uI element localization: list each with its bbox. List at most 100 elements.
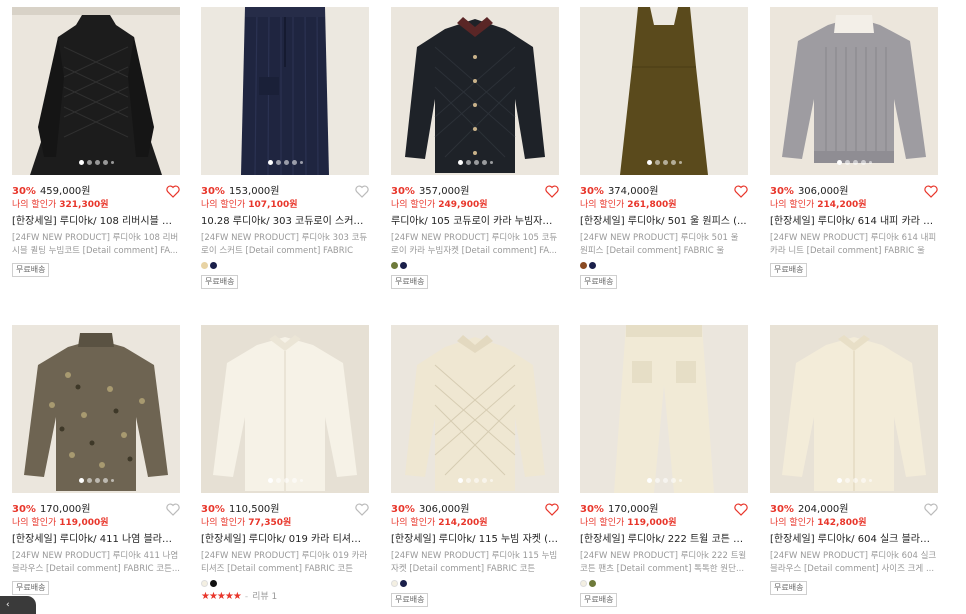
product-description[interactable]: [24FW NEW PRODUCT] 루디아k 108 리버시블 퀼팅 누빔코트…: [12, 232, 180, 257]
carousel-indicator[interactable]: [770, 478, 938, 483]
product-description[interactable]: [24FW NEW PRODUCT] 루디아k 303 코듀로이 스커트 [De…: [201, 232, 369, 257]
carousel-dot[interactable]: [110, 479, 114, 482]
product-image[interactable]: [580, 325, 748, 493]
product-title[interactable]: 10.28 루디아k/ 303 코듀로이 스커트 (...: [201, 215, 369, 229]
carousel-indicator[interactable]: [391, 160, 559, 165]
product-card[interactable]: 30% 374,000원 나의 할인가 261,800원 [한장세일] 루디아k/ …: [580, 7, 748, 289]
carousel-dot[interactable]: [844, 160, 850, 165]
product-title[interactable]: 루디아k/ 105 코듀로이 카라 누빔자켓...: [391, 215, 559, 229]
carousel-dot[interactable]: [299, 479, 303, 482]
product-card[interactable]: 30% 204,000원 나의 할인가 142,800원 [한장세일] 루디아k/ …: [770, 325, 938, 595]
carousel-dot[interactable]: [94, 478, 100, 483]
carousel-dot[interactable]: [836, 478, 842, 483]
carousel-dot[interactable]: [481, 478, 487, 483]
product-card[interactable]: 30% 459,000원 나의 할인가 321,300원 [한장세일] 루디아k/ …: [12, 7, 180, 277]
carousel-dot[interactable]: [489, 161, 493, 164]
carousel-dot[interactable]: [465, 160, 471, 165]
carousel-indicator[interactable]: [12, 160, 180, 165]
carousel-dot[interactable]: [78, 478, 84, 483]
carousel-dot[interactable]: [86, 478, 92, 483]
carousel-dot[interactable]: [457, 478, 463, 483]
carousel-dot[interactable]: [654, 160, 660, 165]
carousel-dot[interactable]: [94, 160, 100, 165]
carousel-dot[interactable]: [646, 160, 652, 165]
carousel-dot[interactable]: [489, 479, 493, 482]
scroll-top-button[interactable]: ‹: [0, 596, 36, 614]
product-image[interactable]: [391, 325, 559, 493]
wishlist-heart-icon[interactable]: [166, 185, 180, 198]
product-card[interactable]: 30% 170,000원 나의 할인가 119,000원 [한장세일] 루디아k/ …: [12, 325, 180, 595]
product-image[interactable]: [770, 325, 938, 493]
carousel-dot[interactable]: [473, 478, 479, 483]
carousel-dot[interactable]: [465, 478, 471, 483]
product-title[interactable]: [한장세일] 루디아k/ 222 트윌 코튼 팬...: [580, 533, 748, 547]
carousel-dot[interactable]: [868, 161, 872, 164]
wishlist-heart-icon[interactable]: [924, 185, 938, 198]
product-card[interactable]: 30% 153,000원 나의 할인가 107,100원 10.28 루디아k/ 3…: [201, 7, 369, 289]
carousel-dot[interactable]: [283, 160, 289, 165]
carousel-dot[interactable]: [267, 478, 273, 483]
wishlist-heart-icon[interactable]: [734, 185, 748, 198]
product-description[interactable]: [24FW NEW PRODUCT] 루디아k 105 코듀로이 카라 누빔자켓…: [391, 232, 559, 257]
carousel-dot[interactable]: [646, 478, 652, 483]
carousel-dot[interactable]: [868, 479, 872, 482]
carousel-dot[interactable]: [860, 478, 866, 483]
product-description[interactable]: [24FW NEW PRODUCT] 루디아k 501 울 원피스 [Detai…: [580, 232, 748, 257]
product-image[interactable]: [201, 7, 369, 175]
carousel-dot[interactable]: [102, 160, 108, 165]
carousel-dot[interactable]: [481, 160, 487, 165]
product-title[interactable]: [한장세일] 루디아k/ 108 리버시블 퀼...: [12, 215, 180, 229]
product-image[interactable]: [12, 7, 180, 175]
carousel-dot[interactable]: [836, 160, 842, 165]
carousel-dot[interactable]: [670, 478, 676, 483]
wishlist-heart-icon[interactable]: [166, 503, 180, 516]
product-description[interactable]: [24FW NEW PRODUCT] 루디아k 115 누빔자켓 [Detail…: [391, 550, 559, 575]
product-card[interactable]: 30% 357,000원 나의 할인가 249,900원 루디아k/ 105 코듀로…: [391, 7, 559, 289]
product-image[interactable]: [391, 7, 559, 175]
carousel-dot[interactable]: [457, 160, 463, 165]
product-image[interactable]: [12, 325, 180, 493]
product-card[interactable]: 30% 306,000원 나의 할인가 214,200원 [한장세일] 루디아k/ …: [770, 7, 938, 277]
product-description[interactable]: [24FW NEW PRODUCT] 루디아k 222 트윌 코튼 팬츠 [De…: [580, 550, 748, 575]
carousel-dot[interactable]: [473, 160, 479, 165]
product-title[interactable]: [한장세일] 루디아k/ 501 울 원피스 (...: [580, 215, 748, 229]
carousel-dot[interactable]: [291, 160, 297, 165]
carousel-dot[interactable]: [670, 160, 676, 165]
carousel-dot[interactable]: [86, 160, 92, 165]
carousel-dot[interactable]: [299, 161, 303, 164]
product-card[interactable]: 30% 306,000원 나의 할인가 214,200원 [한장세일] 루디아k/ …: [391, 325, 559, 607]
product-title[interactable]: [한장세일] 루디아k/ 115 누빔 자켓 (크...: [391, 533, 559, 547]
carousel-dot[interactable]: [678, 479, 682, 482]
product-title[interactable]: [한장세일] 루디아k/ 019 카라 티셔즈 ...: [201, 533, 369, 547]
wishlist-heart-icon[interactable]: [355, 503, 369, 516]
product-title[interactable]: [한장세일] 루디아k/ 614 내피 카라 니...: [770, 215, 938, 229]
wishlist-heart-icon[interactable]: [734, 503, 748, 516]
product-title[interactable]: [한장세일] 루디아k/ 604 실크 블라우...: [770, 533, 938, 547]
carousel-dot[interactable]: [852, 478, 858, 483]
product-description[interactable]: [24FW NEW PRODUCT] 루디아k 411 나염 블라우스 [Det…: [12, 550, 180, 575]
product-description[interactable]: [24FW NEW PRODUCT] 루디아k 019 카라 티셔즈 [Deta…: [201, 550, 369, 575]
carousel-dot[interactable]: [110, 161, 114, 164]
carousel-dot[interactable]: [283, 478, 289, 483]
wishlist-heart-icon[interactable]: [545, 185, 559, 198]
product-title[interactable]: [한장세일] 루디아k/ 411 나염 블라우...: [12, 533, 180, 547]
carousel-indicator[interactable]: [770, 160, 938, 165]
carousel-dot[interactable]: [678, 161, 682, 164]
wishlist-heart-icon[interactable]: [355, 185, 369, 198]
carousel-dot[interactable]: [291, 478, 297, 483]
wishlist-heart-icon[interactable]: [924, 503, 938, 516]
carousel-indicator[interactable]: [580, 478, 748, 483]
carousel-indicator[interactable]: [201, 160, 369, 165]
product-description[interactable]: [24FW NEW PRODUCT] 루디아k 614 내피 카라 니트 [De…: [770, 232, 938, 257]
carousel-dot[interactable]: [662, 160, 668, 165]
carousel-dot[interactable]: [844, 478, 850, 483]
carousel-indicator[interactable]: [391, 478, 559, 483]
product-image[interactable]: [770, 7, 938, 175]
carousel-dot[interactable]: [275, 478, 281, 483]
carousel-dot[interactable]: [78, 160, 84, 165]
carousel-dot[interactable]: [860, 160, 866, 165]
carousel-indicator[interactable]: [201, 478, 369, 483]
product-image[interactable]: [580, 7, 748, 175]
carousel-dot[interactable]: [654, 478, 660, 483]
carousel-dot[interactable]: [102, 478, 108, 483]
